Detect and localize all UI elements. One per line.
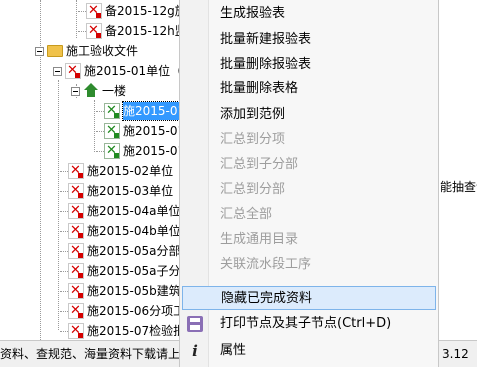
pdf-doc-icon [68, 182, 84, 200]
menu-item-label: 汇总到子分部 [220, 157, 299, 172]
menu-item-batch-create-forms[interactable]: 批量新建报验表 [182, 28, 436, 52]
tree-node[interactable]: 施2015-01单位（ [53, 62, 182, 80]
info-icon: i [192, 342, 198, 360]
tree-node[interactable]: 施2015-04a单位 [60, 202, 181, 220]
tree-node[interactable]: 施2015-05a分部 [60, 242, 181, 260]
pdf-doc-icon [68, 262, 84, 280]
status-right-text: 3.12 [442, 347, 469, 361]
menu-item-label: 打印节点及其子节点(Ctrl+D) [220, 316, 392, 331]
printer-icon [187, 316, 203, 332]
tree-node-label: 备2015-12g施 [105, 4, 187, 18]
tree-node-label: 施2015-05a分部 [87, 244, 181, 258]
excel-doc-icon [104, 122, 120, 140]
tree-node-folder[interactable]: 施工验收文件 [35, 42, 138, 60]
menu-item-hide-completed[interactable]: 隐藏已完成资料 [182, 286, 436, 310]
tree-node[interactable]: 施2015-06分项工 [60, 302, 185, 320]
collapse-toggle[interactable] [71, 87, 80, 96]
menu-item-print-node[interactable]: 打印节点及其子节点(Ctrl+D) [182, 312, 436, 336]
tree-node-label: 施2015-04a单位 [87, 204, 181, 218]
menu-item-label: 生成报验表 [220, 6, 286, 21]
tree-node-label: 施2015-01 [123, 124, 186, 138]
menu-item-label: 隐藏已完成资料 [221, 291, 313, 306]
tree-node-label: 施2015-01 [121, 101, 187, 121]
menu-item-label: 汇总到分部 [220, 182, 286, 197]
menu-item-generate-general-catalog: 生成通用目录 [182, 228, 436, 252]
tree-node[interactable]: 施2015-05b建筑工 [60, 282, 193, 300]
menu-item-label: 批量删除表格 [220, 81, 299, 96]
tree-connector [58, 80, 59, 330]
pdf-doc-icon [68, 222, 84, 240]
tree-node[interactable]: 施2015-02单位（ [60, 162, 185, 180]
pdf-doc-icon [68, 202, 84, 220]
menu-item-summarize-all: 汇总全部 [182, 203, 436, 227]
tree-node-label: 施2015-06分项工 [87, 304, 186, 318]
tree-connector [94, 100, 95, 152]
tree-node-label: 施2015-01 [123, 144, 186, 158]
tree-node[interactable]: 施2015-07检验批 [60, 322, 185, 340]
tree-node[interactable]: 备2015-12h监 [78, 22, 187, 40]
tree-node[interactable]: 施2015-01 [96, 122, 185, 140]
pdf-doc-icon [68, 282, 84, 300]
menu-item-link-flow-section: 关联流水段工序 [182, 253, 436, 277]
background-text: 能抽查记 [440, 180, 477, 194]
pdf-doc-icon [68, 322, 84, 340]
tree-node-label: 施工验收文件 [66, 44, 139, 58]
tree-node-label: 一楼 [102, 84, 127, 98]
menu-item-label: 添加到范例 [220, 107, 286, 122]
excel-doc-icon [104, 142, 120, 160]
menu-item-label: 关联流水段工序 [220, 257, 312, 272]
tree-node[interactable]: 施2015-04b单位 [60, 222, 181, 240]
pdf-doc-icon [86, 22, 102, 40]
menu-item-label: 生成通用目录 [220, 232, 299, 247]
menu-item-label: 汇总全部 [220, 207, 273, 222]
folder-open-icon [47, 45, 63, 57]
menu-item-summarize-to-subdivision: 汇总到子分部 [182, 153, 436, 177]
tree-node-label: 施2015-05a子分部 [87, 264, 193, 278]
menu-item-generate-inspection-form[interactable]: 生成报验表 [182, 2, 436, 26]
collapse-toggle[interactable] [35, 47, 44, 56]
tree-connector [76, 0, 77, 38]
collapse-toggle[interactable] [53, 67, 62, 76]
pdf-doc-icon [68, 242, 84, 260]
pdf-doc-icon [65, 62, 81, 80]
tree-node-label: 备2015-12h监 [105, 24, 187, 38]
tree-node[interactable]: 施2015-03单位（ [60, 182, 185, 200]
pdf-doc-icon [68, 162, 84, 180]
menu-item-summarize-to-item: 汇总到分项 [182, 128, 436, 152]
menu-item-label: 属性 [220, 343, 247, 358]
tree-node-label: 施2015-04b单位 [87, 224, 181, 238]
menu-item-batch-delete-tables[interactable]: 批量删除表格 [182, 77, 436, 101]
menu-item-label: 汇总到分项 [220, 132, 286, 147]
home-icon [83, 83, 99, 99]
menu-item-add-to-examples[interactable]: 添加到范例 [182, 103, 436, 127]
pdf-doc-icon [68, 302, 84, 320]
tree-node-label: 施2015-07检验批 [87, 324, 186, 338]
menu-item-label: 批量新建报验表 [220, 32, 312, 47]
tree-node-selected[interactable]: 施2015-01 [96, 101, 187, 121]
tree-node-label: 施2015-01单位（ [84, 64, 183, 78]
menu-item-label: 批量删除报验表 [220, 57, 312, 72]
pdf-doc-icon [86, 2, 102, 20]
tree-node[interactable]: 一楼 [71, 82, 126, 100]
menu-item-batch-delete-forms[interactable]: 批量删除报验表 [182, 53, 436, 77]
context-menu: 生成报验表 批量新建报验表 批量删除报验表 批量删除表格 添加到范例 汇总到分项… [179, 0, 439, 367]
tree-node-label: 施2015-03单位（ [87, 184, 186, 198]
tree-node-label: 施2015-02单位（ [87, 164, 186, 178]
tree-node[interactable]: 备2015-12g施 [78, 2, 187, 20]
tree-node[interactable]: 施2015-05a子分部 [60, 262, 193, 280]
status-left-text: 资料、查规范、海量资料下载请上 [0, 347, 181, 361]
tree-node-label: 施2015-05b建筑工 [87, 284, 193, 298]
excel-doc-icon [104, 102, 120, 120]
menu-item-properties[interactable]: i 属性 [182, 339, 436, 363]
tree-node[interactable]: 施2015-01 [96, 142, 185, 160]
menu-item-summarize-to-division: 汇总到分部 [182, 178, 436, 202]
